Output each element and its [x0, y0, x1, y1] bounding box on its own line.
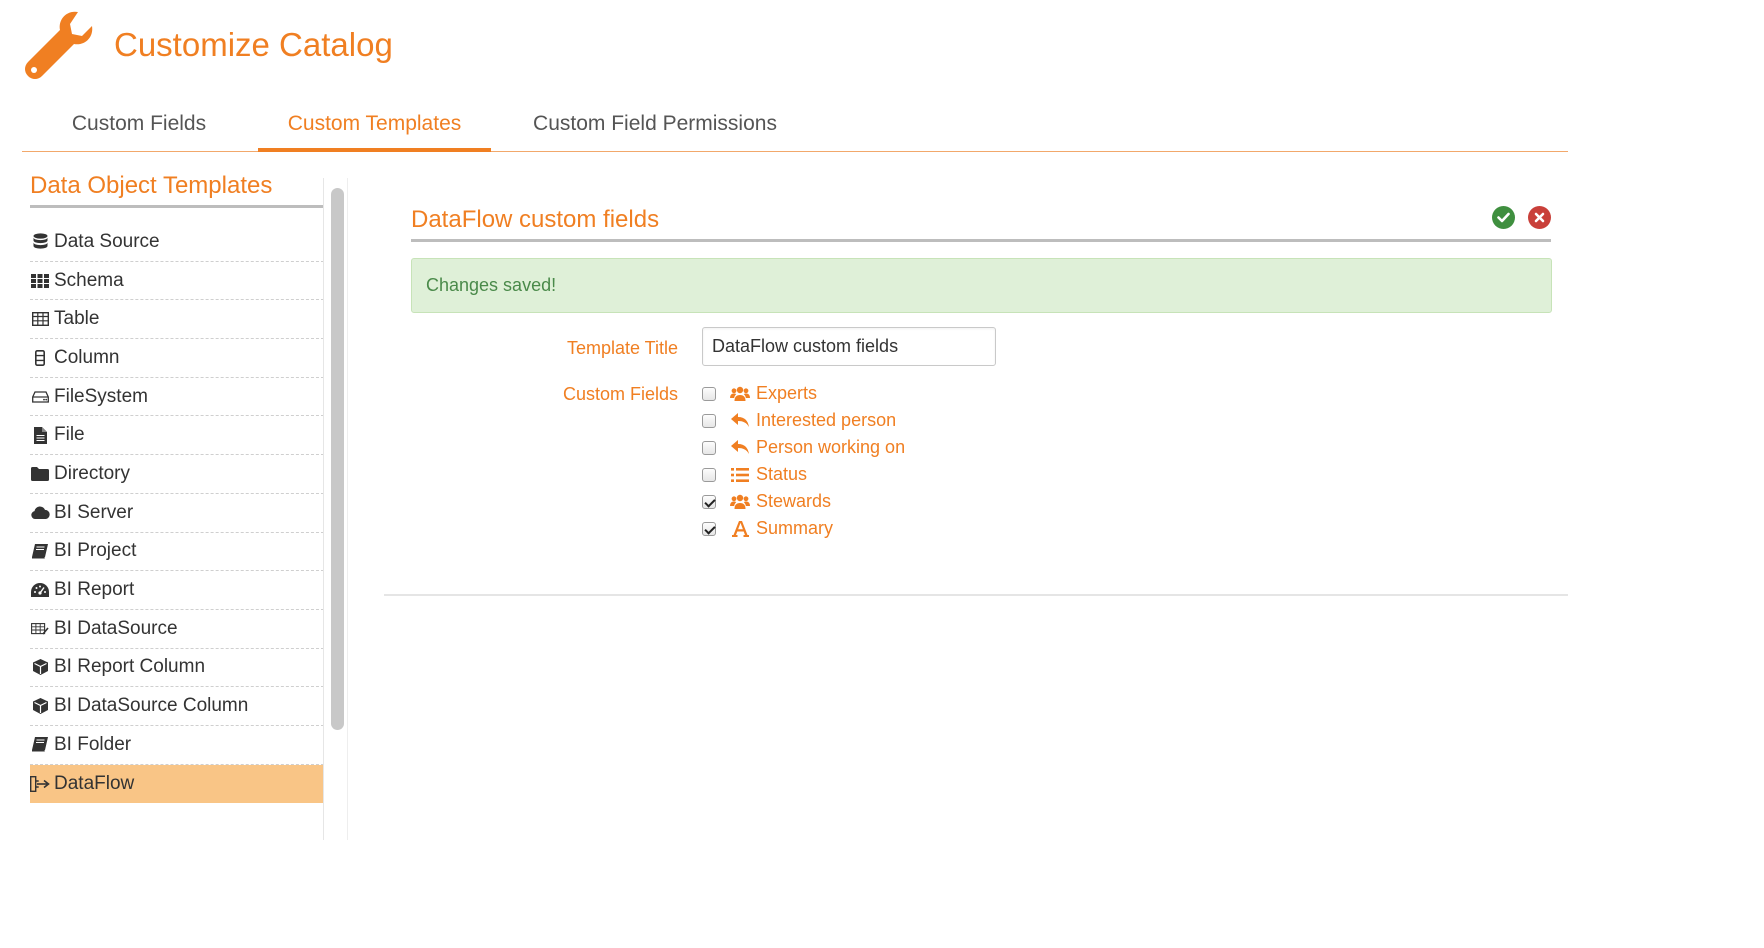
template-title-input[interactable] [702, 327, 996, 366]
field-checkbox[interactable] [702, 521, 716, 536]
book-icon [30, 543, 50, 559]
sidebar-item-label: BI Folder [54, 733, 132, 755]
custom-fields-label: Custom Fields [562, 384, 678, 404]
cancel-button[interactable] [1528, 206, 1551, 229]
field-checkbox[interactable] [702, 494, 716, 509]
template-editor-panel: DataFlow custom fields Changes saved! Te… [384, 178, 1568, 596]
book-icon [30, 737, 50, 752]
sidebar-item-bi-project[interactable]: BI Project [30, 533, 324, 572]
sidebar-item-label: BI DataSource Column [54, 695, 249, 717]
sidebar-scrollbar-thumb[interactable] [331, 188, 344, 730]
reply-icon [730, 413, 750, 428]
sidebar-item-label: Schema [54, 269, 124, 291]
sidebar-item-filesystem[interactable]: FileSystem [30, 378, 324, 417]
table-icon [30, 312, 50, 327]
grid-icon [30, 273, 50, 288]
template-list: Data Source Schema Table Column FileSyst… [30, 223, 324, 804]
field-checkbox[interactable] [702, 413, 716, 428]
reply-icon [730, 440, 750, 455]
save-button[interactable] [1492, 206, 1515, 229]
field-person-working-on[interactable]: Person working on [702, 434, 905, 461]
sidebar-item-label: DataFlow [54, 772, 135, 794]
hdd-icon [30, 390, 50, 403]
list-icon [730, 467, 750, 482]
sidebar-item-schema[interactable]: Schema [30, 262, 324, 301]
sidebar-item-label: Column [54, 346, 120, 368]
page-title: Customize Catalog [114, 26, 393, 63]
cube-icon [30, 698, 50, 715]
page-header: Customize Catalog [22, 6, 393, 86]
font-icon [730, 520, 750, 537]
panel-header: DataFlow custom fields [411, 204, 1551, 242]
field-checkbox[interactable] [702, 467, 716, 482]
sidebar-item-bi-datasource-column[interactable]: BI DataSource Column [30, 687, 324, 726]
sidebar-item-label: FileSystem [54, 385, 148, 407]
cloud-icon [30, 506, 50, 520]
field-label: Status [756, 464, 808, 484]
folder-icon [30, 466, 50, 481]
sidebar-item-bi-datasource[interactable]: BI DataSource [30, 610, 324, 649]
sidebar-item-label: BI Report Column [54, 656, 206, 678]
sidebar-item-table[interactable]: Table [30, 300, 324, 340]
sidebar-item-label: Table [54, 308, 100, 330]
dashboard-icon [30, 583, 50, 598]
database-icon [30, 233, 50, 250]
field-checkbox[interactable] [702, 440, 716, 455]
tab-custom-field-permissions[interactable]: Custom Field Permissions [522, 98, 788, 152]
customize-catalog-page: Customize Catalog Custom Fields Custom T… [0, 0, 1764, 948]
template-sidebar: Data Object Templates Data Source Schema… [30, 170, 324, 840]
sidebar-item-label: BI Report [54, 579, 135, 601]
sidebar-item-directory[interactable]: Directory [30, 455, 324, 494]
users-icon [730, 494, 750, 510]
field-label: Experts [756, 383, 818, 403]
sidebar-item-label: Data Source [54, 230, 160, 252]
sidebar-title: Data Object Templates [30, 170, 324, 208]
tab-bar: Custom Fields Custom Templates Custom Fi… [22, 98, 1568, 152]
sidebar-divider [323, 178, 324, 840]
tab-custom-fields[interactable]: Custom Fields [44, 98, 234, 152]
cube-icon [30, 659, 50, 676]
sidebar-item-bi-server[interactable]: BI Server [30, 494, 324, 533]
field-label: Summary [756, 518, 834, 538]
field-checkbox[interactable] [702, 386, 716, 401]
field-summary[interactable]: Summary [702, 515, 905, 542]
sidebar-item-label: Directory [54, 462, 131, 484]
file-icon [30, 426, 50, 444]
sidebar-item-label: File [54, 424, 85, 446]
sidebar-item-data-source[interactable]: Data Source [30, 223, 324, 262]
sidebar-item-label: BI Server [54, 501, 134, 523]
custom-fields-list: Experts Interested person Person working… [702, 380, 905, 542]
sidebar-item-dataflow[interactable]: DataFlow [30, 764, 324, 804]
field-status[interactable]: Status [702, 461, 905, 488]
sidebar-item-bi-folder[interactable]: BI Folder [30, 726, 324, 765]
field-stewards[interactable]: Stewards [702, 488, 905, 515]
dataflow-icon [30, 775, 50, 792]
sidebar-item-bi-report-column[interactable]: BI Report Column [30, 649, 324, 688]
close-icon [1534, 212, 1545, 223]
check-icon [1497, 212, 1510, 223]
success-alert: Changes saved! [411, 258, 1552, 313]
field-interested-person[interactable]: Interested person [702, 407, 905, 434]
field-label: Stewards [756, 491, 832, 511]
panel-title: DataFlow custom fields [411, 206, 660, 233]
template-title-label: Template Title [566, 338, 678, 358]
datasource-icon [30, 622, 50, 635]
column-icon [30, 349, 50, 366]
field-experts[interactable]: Experts [702, 380, 905, 407]
sidebar-item-bi-report[interactable]: BI Report [30, 571, 324, 610]
tab-custom-templates[interactable]: Custom Templates [258, 98, 491, 152]
sidebar-item-label: BI DataSource [54, 617, 178, 639]
wrench-icon [25, 11, 93, 79]
sidebar-item-label: BI Project [54, 540, 137, 562]
sidebar-item-file[interactable]: File [30, 416, 324, 456]
sidebar-item-column[interactable]: Column [30, 339, 324, 378]
field-label: Person working on [756, 437, 906, 457]
field-label: Interested person [756, 410, 897, 430]
users-icon [730, 386, 750, 402]
